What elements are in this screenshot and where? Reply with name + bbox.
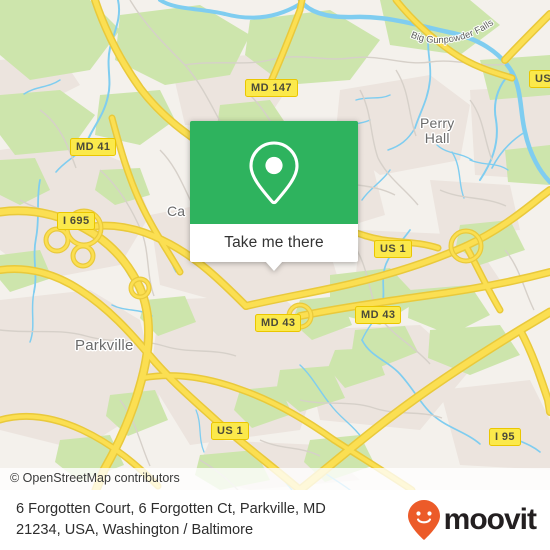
- popup-tail: [265, 261, 283, 271]
- footer-bar: 6 Forgotten Court, 6 Forgotten Ct, Parkv…: [0, 490, 550, 550]
- shield-i-95[interactable]: I 95: [489, 428, 521, 446]
- popup-footer[interactable]: Take me there: [190, 224, 358, 271]
- osm-attribution[interactable]: © OpenStreetMap contributors: [0, 468, 550, 490]
- location-pin-icon: [249, 140, 299, 204]
- shield-us-1-center[interactable]: US 1: [374, 240, 413, 258]
- place-label-perry-hall-line2: Hall: [424, 130, 450, 146]
- take-me-there-popup[interactable]: Take me there: [190, 121, 358, 271]
- shield-md-43-west[interactable]: MD 43: [255, 314, 302, 332]
- place-label-perry-hall-line1: Perry: [420, 115, 455, 131]
- shield-i-695[interactable]: I 695: [57, 212, 96, 230]
- place-label-perry-hall: Perry Hall: [420, 116, 454, 146]
- address-text: 6 Forgotten Court, 6 Forgotten Ct, Parkv…: [16, 499, 326, 541]
- moovit-wordmark: moovit: [443, 503, 537, 536]
- shield-md-43-east[interactable]: MD 43: [355, 306, 402, 324]
- river-label: Big Gunpowder Falls: [408, 16, 497, 47]
- shield-us-1-south[interactable]: US 1: [211, 422, 250, 440]
- address-line-2: 21234, USA, Washington / Baltimore: [16, 522, 254, 538]
- place-label-carney: Ca: [167, 203, 186, 219]
- take-me-there-label: Take me there: [224, 234, 324, 251]
- popup-header: [190, 121, 358, 224]
- screenshot-root: Big Gunpowder Falls Perry Hall Ca Parkvi…: [0, 0, 550, 550]
- moovit-logo[interactable]: moovit: [407, 499, 537, 541]
- shield-md-41[interactable]: MD 41: [70, 138, 117, 156]
- address-line-1: 6 Forgotten Court, 6 Forgotten Ct, Parkv…: [16, 501, 326, 517]
- place-label-parkville: Parkville: [75, 337, 134, 354]
- moovit-pin-icon: [407, 500, 440, 540]
- shield-us-1-northeast[interactable]: US: [529, 70, 550, 88]
- shield-md-147[interactable]: MD 147: [245, 79, 298, 97]
- river-label-text: Big Gunpowder Falls: [409, 17, 496, 46]
- map-canvas[interactable]: Big Gunpowder Falls Perry Hall Ca Parkvi…: [0, 0, 550, 490]
